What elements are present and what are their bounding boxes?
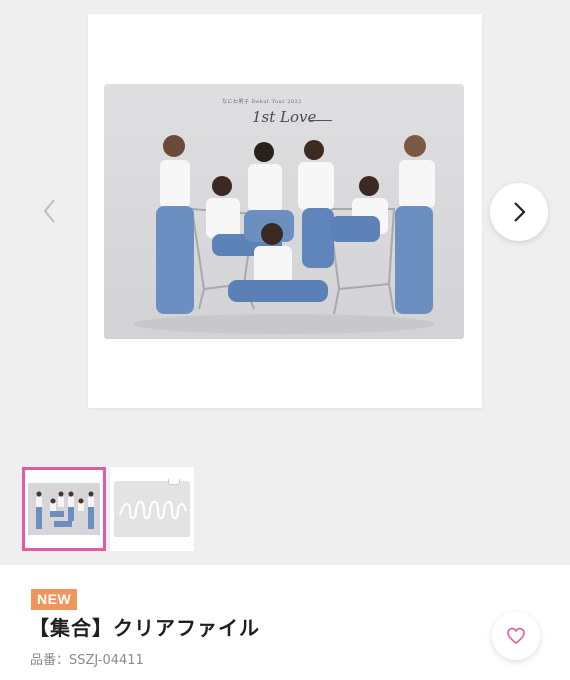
product-info: NEW 【集合】クリアファイル 品番：SSZJ-04411 xyxy=(0,565,570,680)
chevron-right-icon xyxy=(514,202,526,222)
product-code: 品番：SSZJ-04411 xyxy=(30,653,144,668)
next-image-button[interactable] xyxy=(490,183,548,241)
thumbnail-image xyxy=(114,479,190,537)
thumbnail-clear-file-back[interactable] xyxy=(110,467,194,551)
favorite-button[interactable] xyxy=(492,612,540,660)
chevron-left-icon xyxy=(43,199,55,223)
thumbnail-illustration xyxy=(119,500,187,520)
product-title: 【集合】クリアファイル xyxy=(29,616,260,640)
previous-image-button[interactable] xyxy=(38,196,62,226)
main-product-image[interactable]: なにわ男子 Debut Tour 2022 1st Love xyxy=(88,14,482,408)
group-photo: なにわ男子 Debut Tour 2022 1st Love xyxy=(104,84,464,339)
product-image-gallery: なにわ男子 Debut Tour 2022 1st Love xyxy=(0,0,570,565)
new-badge: NEW xyxy=(31,589,78,610)
thumbnail-group-photo[interactable] xyxy=(22,467,106,551)
thumbnail-illustration xyxy=(36,491,94,529)
thumbnail-image xyxy=(28,483,100,535)
group-photo-illustration xyxy=(134,135,435,334)
heart-outline-icon xyxy=(507,627,525,644)
